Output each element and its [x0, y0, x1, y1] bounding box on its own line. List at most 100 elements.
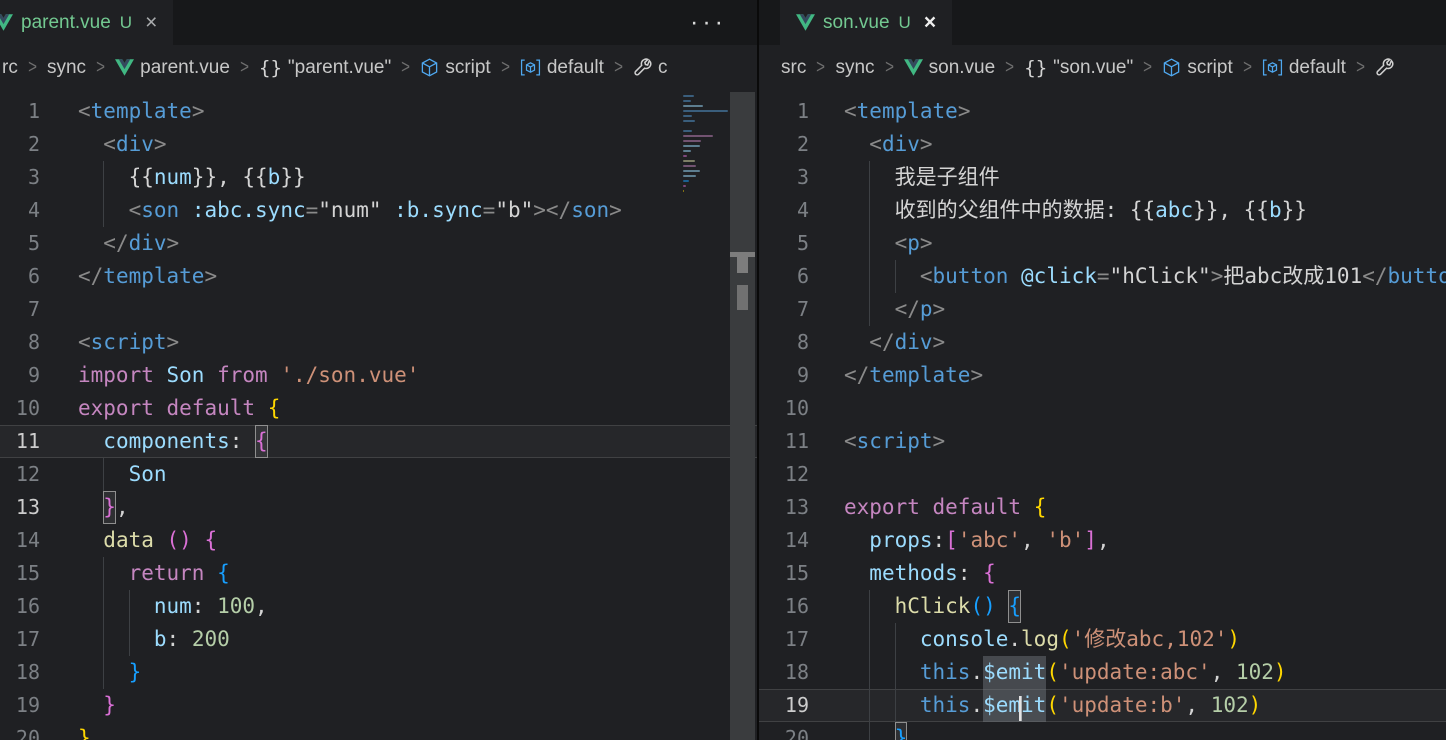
code-line[interactable]: 9 import Son from './son.vue'	[0, 359, 757, 392]
code-line[interactable]: 7 </p>	[759, 293, 1446, 326]
indent-guide	[894, 656, 896, 689]
minimap-line	[683, 135, 713, 137]
code-line[interactable]: 13 export default {	[759, 491, 1446, 524]
breadcrumb-item-son.vue[interactable]: {} "son.vue"	[1024, 57, 1133, 79]
code-line[interactable]: 20 }	[759, 722, 1446, 740]
code-line[interactable]: 11 <script>	[759, 425, 1446, 458]
code-token: .	[1008, 627, 1022, 651]
breadcrumb-item-script[interactable]: script	[1162, 57, 1233, 79]
code-token: script	[90, 330, 167, 354]
code-line[interactable]: 10	[759, 392, 1446, 425]
code-line[interactable]: 1 <template>	[0, 95, 757, 128]
code-line[interactable]: 13 },	[0, 491, 757, 524]
code-line[interactable]: 4 <son :abc.sync="num" :b.sync="b"></son…	[0, 194, 757, 227]
breadcrumb-item-src[interactable]: src	[781, 57, 806, 79]
vue-icon	[0, 14, 13, 31]
code-token: template	[103, 264, 205, 288]
code-line[interactable]: 2 <div>	[759, 128, 1446, 161]
breadcrumb-item-script[interactable]: script	[420, 57, 491, 79]
code-token: script	[856, 429, 933, 453]
code-line[interactable]: 12	[759, 458, 1446, 491]
code-token: 'b'	[1046, 528, 1085, 552]
breadcrumb-item-default[interactable]: default	[520, 57, 604, 79]
code-token: ,	[1210, 660, 1236, 684]
breadcrumb-label: default	[1288, 56, 1346, 78]
code-editor[interactable]: 1 <template> 2 <div> 3 {{num}}, {{b}} 4 <son…	[0, 90, 757, 740]
close-icon[interactable]: ×	[924, 12, 936, 33]
breadcrumb-item-sync[interactable]: sync	[835, 57, 874, 79]
code-line[interactable]: 3 我是子组件	[759, 161, 1446, 194]
breadcrumb-item-son.vue[interactable]: son.vue	[903, 57, 995, 79]
code-line[interactable]: 18 }	[0, 656, 757, 689]
code-token: </	[1362, 264, 1388, 288]
more-actions-icon[interactable]: ···	[690, 0, 727, 45]
code-token: props	[869, 528, 933, 552]
code-line[interactable]: 14 data () {	[0, 524, 757, 557]
code-line[interactable]: 1 <template>	[759, 95, 1446, 128]
close-icon[interactable]: ×	[145, 12, 157, 33]
line-number: 16	[15, 594, 40, 618]
code-token: (	[1046, 660, 1059, 684]
code-line[interactable]: 4 收到的父组件中的数据: {{abc}}, {{b}}	[759, 194, 1446, 227]
code-line[interactable]: 6 </template>	[0, 260, 757, 293]
breadcrumb-separator-icon: >	[613, 56, 623, 78]
code-line[interactable]: 19 }	[0, 689, 757, 722]
breadcrumb-item-default[interactable]: default	[1262, 57, 1346, 79]
code-token: "b"	[495, 198, 534, 222]
code-line[interactable]: 18 this.$emit('update:abc', 102)	[759, 656, 1446, 689]
breadcrumb-item-wrench[interactable]	[1375, 58, 1400, 77]
code-line[interactable]: 17 b: 200	[0, 623, 757, 656]
minimap-line	[683, 160, 695, 162]
code-line[interactable]: 11 components: {	[0, 425, 757, 458]
scrollbar[interactable]	[730, 92, 755, 740]
line-number: 3	[27, 165, 40, 189]
vue-icon	[796, 14, 815, 31]
code-line[interactable]: 10 export default {	[0, 392, 757, 425]
code-line[interactable]: 20}	[0, 722, 757, 740]
minimap[interactable]	[683, 95, 729, 195]
word-highlight: $emit	[983, 656, 1047, 689]
code-line[interactable]: 5 </div>	[0, 227, 757, 260]
code-line[interactable]: 3 {{num}}, {{b}}	[0, 161, 757, 194]
breadcrumb-item-parent.vue[interactable]: parent.vue	[115, 57, 230, 79]
code-line[interactable]: 5 <p>	[759, 227, 1446, 260]
code-token: <	[78, 99, 91, 123]
code-line[interactable]: 15 return {	[0, 557, 757, 590]
breadcrumb-item-sync[interactable]: sync	[47, 57, 86, 79]
line-content: {{num}}, {{b}}	[78, 161, 306, 194]
code-line[interactable]: 7	[0, 293, 757, 326]
code-line[interactable]: 8 <script>	[0, 326, 757, 359]
code-token: <	[894, 231, 908, 255]
code-editor[interactable]: 1 <template> 2 <div> 3 我是子组件 4 收到的父组件中的数据: {…	[759, 90, 1446, 740]
code-token: (	[1058, 627, 1072, 651]
code-token: 'update:b'	[1058, 693, 1186, 717]
breadcrumb-item-parent.vue[interactable]: {} "parent.vue"	[259, 57, 391, 79]
code-line[interactable]: 17 console.log('修改abc,102')	[759, 623, 1446, 656]
breadcrumb-separator-icon: >	[240, 56, 249, 78]
breadcrumb-item-rc[interactable]: rc	[2, 57, 18, 79]
code-token: data	[103, 528, 154, 552]
git-untracked-badge: U	[898, 12, 911, 32]
tab-son-vue[interactable]: son.vue U ×	[780, 0, 953, 45]
code-token: ]	[1084, 528, 1097, 552]
line-number: 14	[15, 528, 40, 552]
code-line[interactable]: 9 </template>	[759, 359, 1446, 392]
code-line[interactable]: 12 Son	[0, 458, 757, 491]
code-line[interactable]: 6 <button @click="hClick">把abc改成101</but…	[759, 260, 1446, 293]
breadcrumb-item-c[interactable]: c	[633, 57, 667, 79]
minimap-line	[683, 145, 700, 147]
code-line[interactable]: 19 this.$emit('update:b', 102)	[759, 689, 1446, 722]
code-line[interactable]: 8 </div>	[759, 326, 1446, 359]
code-line[interactable]: 16 num: 100,	[0, 590, 757, 623]
code-line[interactable]: 2 <div>	[0, 128, 757, 161]
code-line[interactable]: 15 methods: {	[759, 557, 1446, 590]
code-line[interactable]: 14 props:['abc', 'b'],	[759, 524, 1446, 557]
line-content: </template>	[78, 260, 217, 293]
tab-parent-vue[interactable]: parent.vue U ×	[0, 0, 174, 45]
indent-guide	[128, 623, 130, 656]
code-line[interactable]: 16 hClick() {	[759, 590, 1446, 623]
